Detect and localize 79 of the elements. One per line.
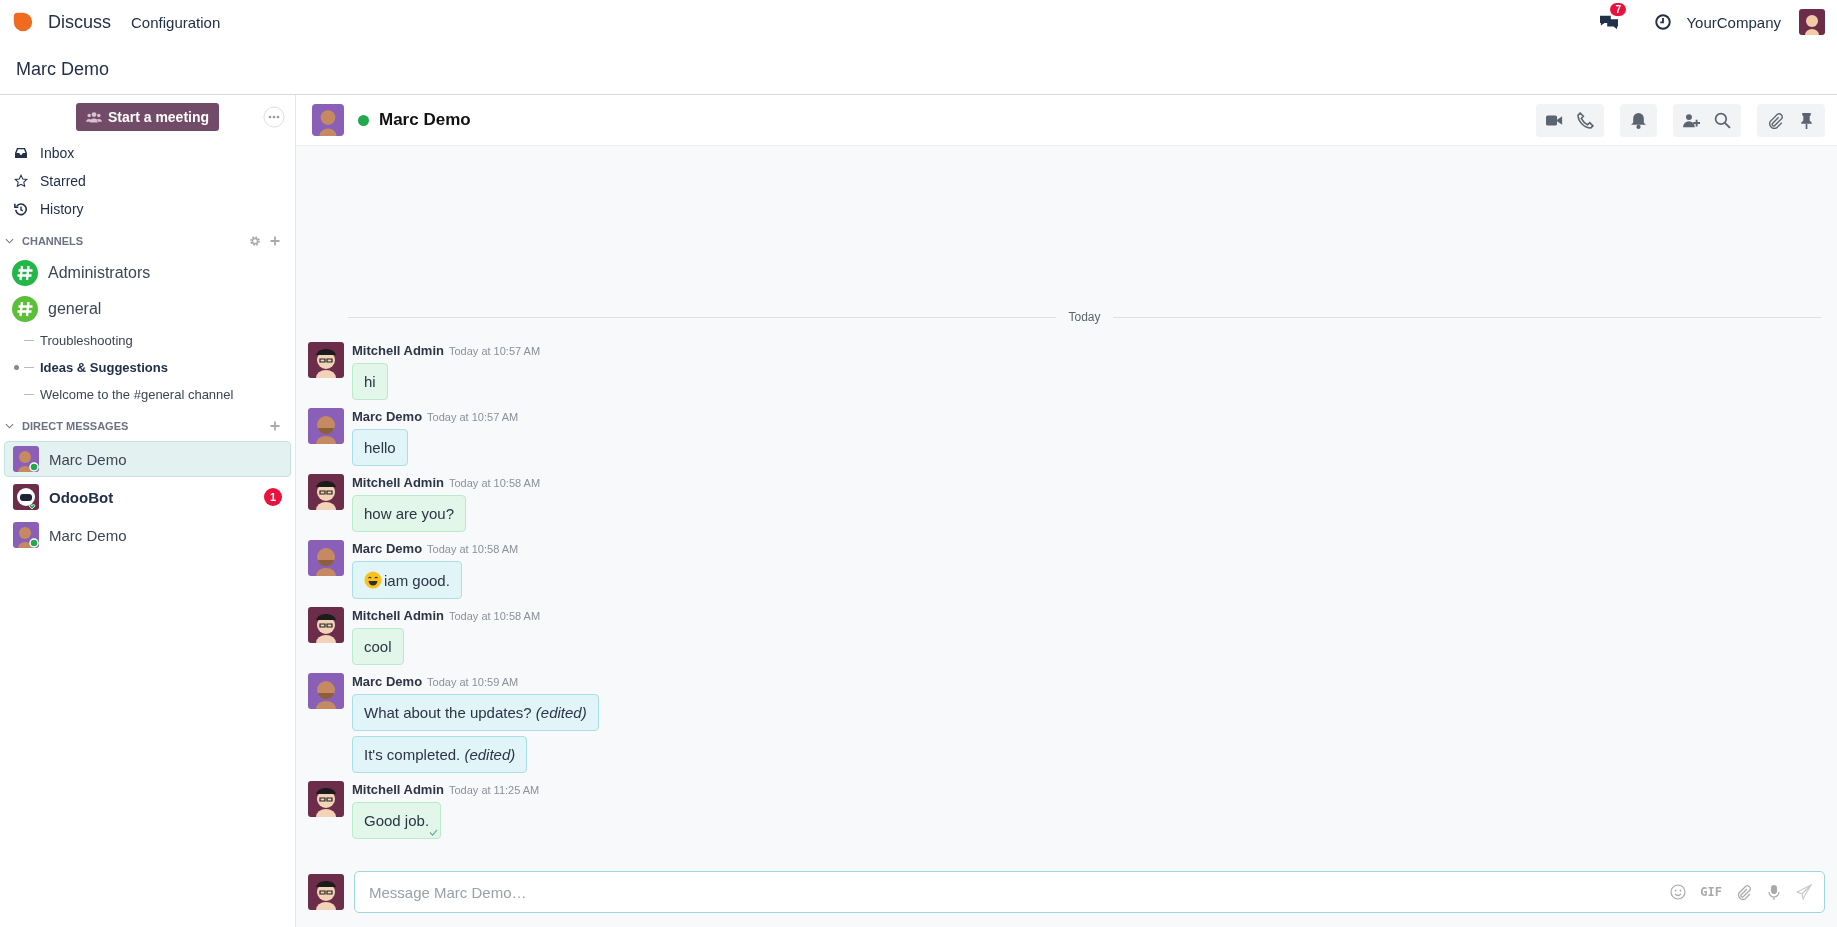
message-time: Today at 11:25 AM [448, 784, 540, 796]
direct-message-item[interactable]: Marc Demo [4, 517, 291, 553]
company-name[interactable]: YourCompany [1686, 13, 1781, 31]
message-author[interactable]: Mitchell Admin [352, 343, 444, 358]
direct-message-item[interactable]: OdooBot 1 [4, 479, 291, 515]
message-bubble: Good job. [352, 802, 442, 839]
paperclip-icon[interactable] [1767, 111, 1784, 129]
microphone-icon[interactable] [1766, 884, 1782, 900]
person-avatar [13, 522, 39, 548]
message-time: Today at 10:57 AM [427, 411, 519, 423]
settings-icon[interactable] [249, 235, 261, 247]
person-avatar [308, 474, 344, 510]
message-time: Today at 10:58 AM [448, 477, 541, 489]
unread-count-badge: 1 [264, 488, 282, 506]
channel-item[interactable]: general [0, 291, 295, 327]
message-time: Today at 10:57 AM [448, 345, 541, 357]
message-author[interactable]: Mitchell Admin [352, 782, 444, 797]
menu-item[interactable]: Configuration [131, 13, 221, 31]
notification-badge: 7 [1610, 3, 1627, 16]
section-heading[interactable]: DIRECT MESSAGES [22, 420, 129, 432]
chevron-icon[interactable] [5, 238, 14, 244]
chevron-icon[interactable] [5, 423, 14, 429]
message-time: Today at 10:58 AM [448, 610, 541, 622]
message-time: Today at 10:58 AM [427, 543, 519, 555]
history-icon [14, 202, 28, 216]
star-icon [14, 174, 28, 188]
breadcrumb: Marc Demo [16, 58, 109, 80]
person-avatar [308, 874, 344, 910]
chat-icon[interactable] [1598, 13, 1621, 31]
mailbox-item[interactable]: History [0, 195, 295, 223]
message-author[interactable]: Mitchell Admin [352, 608, 444, 623]
message-author[interactable]: Mitchell Admin [352, 475, 444, 490]
people-icon [85, 111, 102, 123]
person-avatar [13, 446, 39, 472]
message-bubble: hi [352, 363, 388, 400]
message-time: Today at 10:59 AM [427, 676, 519, 688]
message-bubble: What about the updates? (edited) [352, 694, 599, 731]
add-icon[interactable] [269, 420, 281, 432]
thread-item[interactable]: Welcome to the #general channel [40, 387, 234, 402]
message-bubble: iam good. [352, 561, 462, 599]
start-meeting-button[interactable]: Start a meeting [75, 103, 220, 131]
person-avatar [308, 673, 344, 709]
person-avatar [312, 104, 344, 136]
pin-icon[interactable] [1798, 111, 1815, 129]
more-options-icon[interactable] [263, 106, 285, 128]
message-bubble: hello [352, 429, 408, 466]
thread-item[interactable]: Troubleshooting [40, 333, 133, 348]
clock-icon[interactable] [1654, 13, 1673, 31]
person-avatar [308, 781, 344, 817]
person-avatar [308, 342, 344, 378]
add-user-icon[interactable] [1683, 111, 1700, 129]
user-avatar[interactable] [1799, 9, 1825, 35]
section-heading[interactable]: CHANNELS [22, 235, 84, 247]
message-bubble: how are you? [352, 495, 467, 532]
date-divider: Today [1068, 310, 1101, 324]
robot-avatar [13, 484, 39, 510]
app-name[interactable]: Discuss [48, 11, 111, 33]
smiley-icon[interactable] [1670, 884, 1687, 900]
person-avatar [308, 540, 344, 576]
direct-message-item[interactable]: Marc Demo [4, 441, 291, 477]
person-avatar [308, 607, 344, 643]
message-bubble: cool [352, 628, 404, 665]
bell-icon[interactable] [1630, 111, 1647, 129]
search-icon[interactable] [1714, 111, 1731, 129]
add-icon[interactable] [269, 235, 281, 247]
thread-item[interactable]: Ideas & Suggestions [40, 360, 168, 375]
person-avatar [308, 408, 344, 444]
message-bubble: It's completed. (edited) [352, 736, 528, 773]
paperclip-icon[interactable] [1736, 884, 1752, 900]
phone-icon[interactable] [1577, 111, 1594, 129]
message-author[interactable]: Marc Demo [352, 409, 423, 424]
inbox-icon [14, 146, 28, 160]
app-logo-icon[interactable] [12, 11, 34, 33]
message-author[interactable]: Marc Demo [352, 541, 423, 556]
channel-item[interactable]: Administrators [0, 255, 295, 291]
mailbox-item[interactable]: Starred [0, 167, 295, 195]
conversation-title: Marc Demo [379, 110, 471, 130]
message-author[interactable]: Marc Demo [352, 674, 423, 689]
mailbox-item[interactable]: Inbox [0, 139, 295, 167]
